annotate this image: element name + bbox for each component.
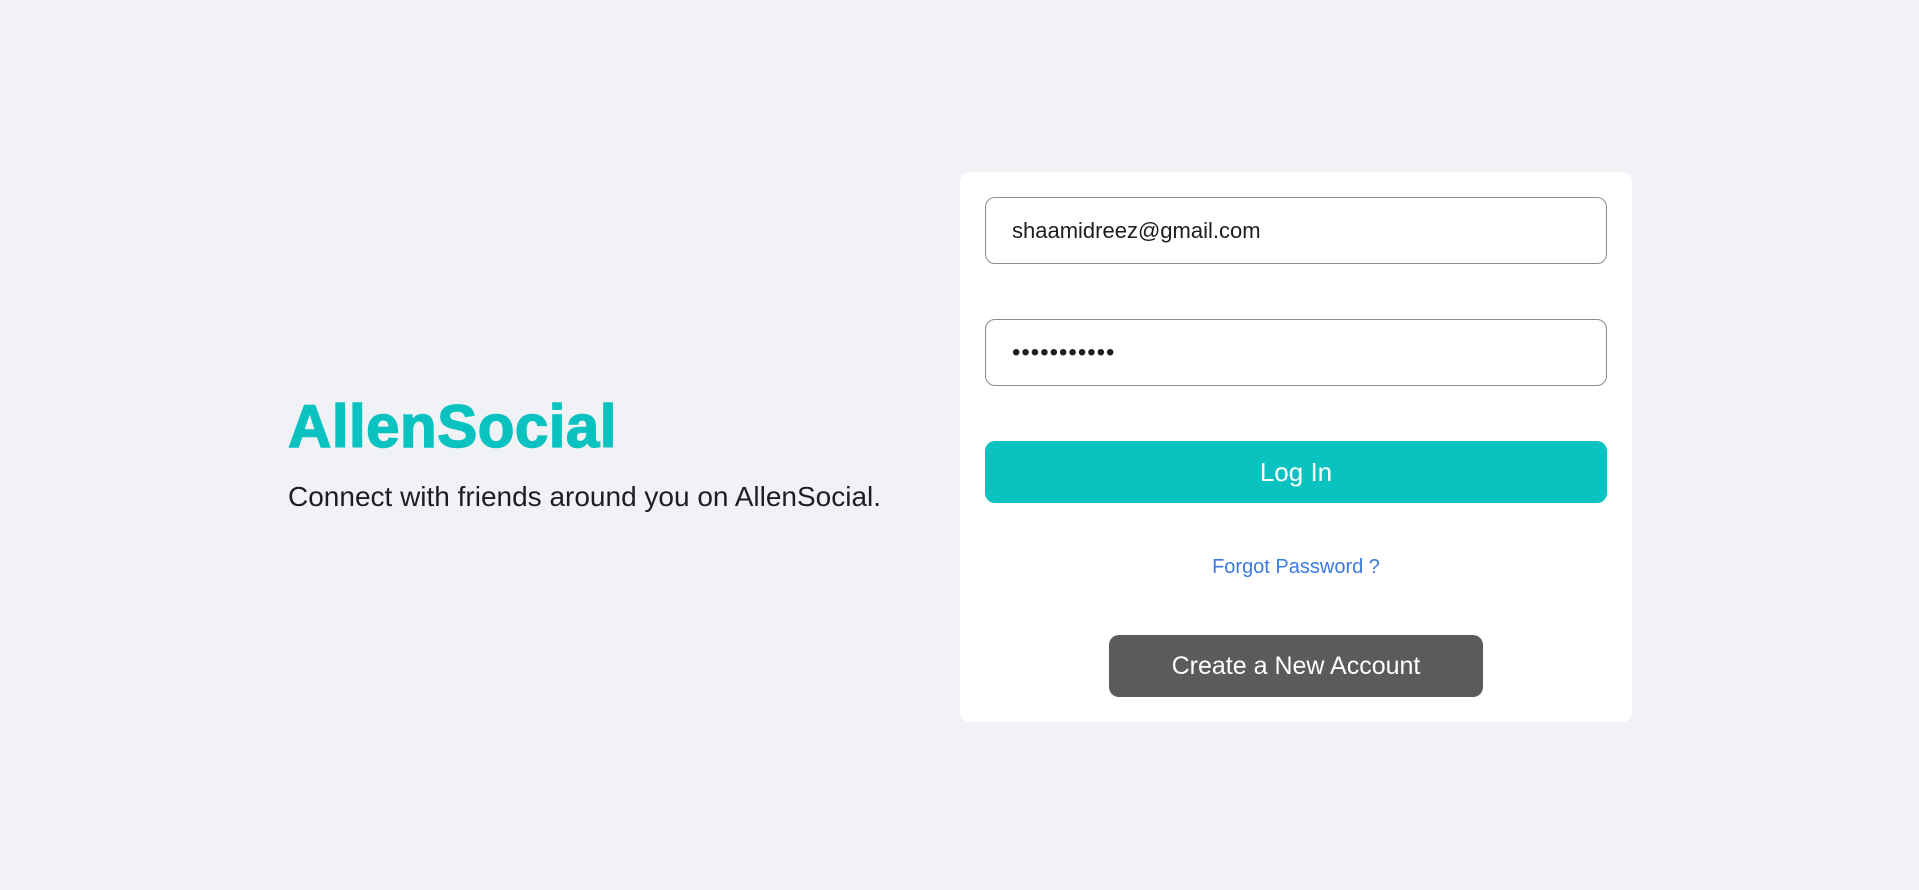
create-account-button[interactable]: Create a New Account (1109, 635, 1483, 697)
password-field[interactable] (985, 319, 1607, 386)
forgot-password-link[interactable]: Forgot Password ? (960, 556, 1632, 579)
login-card: Log In Forgot Password ? Create a New Ac… (960, 172, 1632, 722)
brand-section: AllenSocial Connect with friends around … (287, 393, 882, 515)
login-button[interactable]: Log In (985, 441, 1607, 503)
brand-tagline: Connect with friends around you on Allen… (288, 481, 882, 512)
email-field[interactable] (985, 197, 1607, 264)
brand-logo-text: AllenSocial (287, 393, 617, 460)
login-page: AllenSocial Connect with friends around … (0, 0, 1919, 890)
